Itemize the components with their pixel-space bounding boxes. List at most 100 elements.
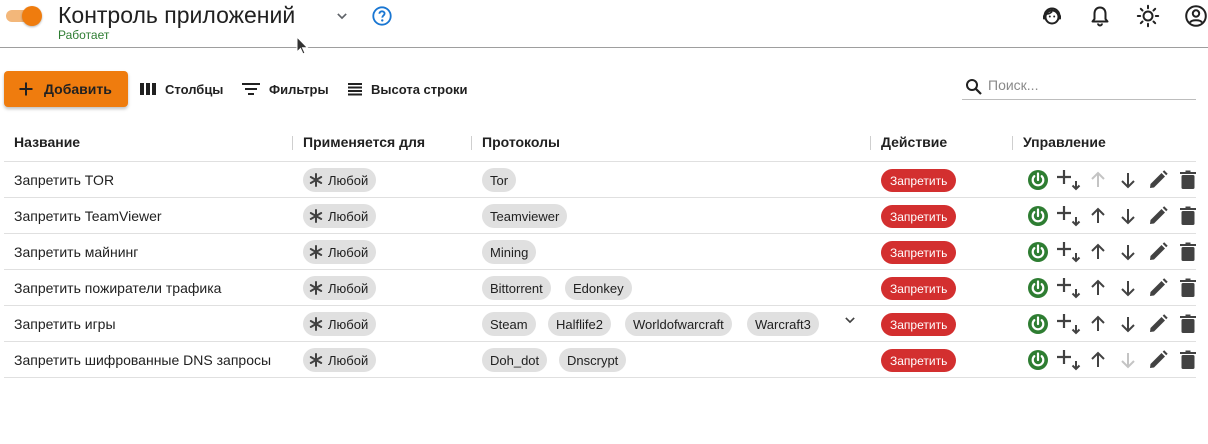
table-row[interactable]: Запретить майнинг Любой Mining Запретить [4,234,1196,270]
asterisk-icon [309,173,323,187]
column-separator[interactable] [292,136,293,150]
column-header-protocols[interactable]: Протоколы [482,134,560,150]
power-icon[interactable] [1026,204,1050,228]
arrow-down-icon[interactable] [1116,312,1140,336]
applies-to-chip: Любой [303,348,377,372]
arrow-down-icon[interactable] [1116,240,1140,264]
rule-name: Запретить пожиратели трафика [14,280,222,296]
applies-to-chip: Любой [303,168,377,192]
insert-rule-icon[interactable] [1057,312,1081,336]
protocol-chip: Teamviewer [482,204,568,228]
chevron-down-icon[interactable] [332,6,352,26]
arrow-up-icon[interactable] [1086,276,1110,300]
status-label: Работает [58,28,110,42]
power-icon[interactable] [1026,168,1050,192]
row-height-button[interactable]: Высота строки [348,78,468,100]
density-icon [348,83,362,96]
applies-to-label: Любой [328,352,369,368]
rule-name: Запретить шифрованные DNS запросы [14,352,272,368]
search-input[interactable] [988,75,1188,95]
arrow-down-icon[interactable] [1116,276,1140,300]
delete-icon[interactable] [1176,204,1200,228]
insert-rule-icon[interactable] [1057,168,1081,192]
rule-name: Запретить TOR [14,172,115,188]
delete-icon[interactable] [1176,348,1200,372]
help-icon[interactable] [371,5,393,27]
rule-name: Запретить TeamViewer [14,208,162,224]
table-body: Запретить TOR Любой Tor Запретить Запретить … [4,162,1196,378]
column-header-name[interactable]: Название [14,134,80,150]
arrow-up-icon[interactable] [1086,348,1110,372]
edit-icon[interactable] [1146,312,1170,336]
protocol-chip: Tor [482,168,517,192]
edit-icon[interactable] [1146,204,1170,228]
table-row[interactable]: Запретить TeamViewer Любой Teamviewer Запре… [4,198,1196,234]
rule-name: Запретить игры [14,316,116,332]
column-separator[interactable] [870,136,871,150]
applies-to-label: Любой [328,316,369,332]
insert-rule-icon[interactable] [1057,276,1081,300]
columns-button[interactable]: Столбцы [140,78,223,100]
brightness-icon[interactable] [1136,4,1160,28]
edit-icon[interactable] [1146,240,1170,264]
delete-icon[interactable] [1176,312,1200,336]
app-header: Контроль приложений Работает [0,0,1208,55]
power-icon[interactable] [1026,240,1050,264]
table-row[interactable]: Запретить пожиратели трафика Любой Bittorr… [4,270,1196,306]
protocol-chip: Bittorrent [482,276,551,300]
add-button[interactable]: Добавить [4,71,128,107]
table-row[interactable]: Запретить шифрованные DNS запросы Любой Do… [4,342,1196,378]
delete-icon[interactable] [1176,276,1200,300]
power-icon[interactable] [1026,312,1050,336]
row-height-label: Высота строки [371,81,468,97]
applies-to-label: Любой [328,208,369,224]
account-icon[interactable] [1184,4,1208,28]
column-header-applies-to[interactable]: Применяется для [303,134,425,150]
page-title: Контроль приложений [58,2,296,28]
arrow-up-icon[interactable] [1086,312,1110,336]
arrow-up-icon[interactable] [1086,240,1110,264]
applies-to-chip: Любой [303,240,377,264]
asterisk-icon [309,353,323,367]
edit-icon[interactable] [1146,276,1170,300]
service-toggle[interactable] [4,6,42,26]
rules-table: Название Применяется для Протоколы Дейст… [4,124,1196,378]
column-header-controls[interactable]: Управление [1023,134,1106,150]
search-box [962,72,1196,100]
column-header-action[interactable]: Действие [881,134,947,150]
search-icon [966,79,982,95]
filter-list-icon [242,83,260,95]
insert-rule-icon[interactable] [1057,348,1081,372]
power-icon[interactable] [1026,276,1050,300]
protocol-chip: Doh_dot [482,348,548,372]
delete-icon[interactable] [1176,240,1200,264]
expand-more-icon[interactable] [840,310,860,330]
action-badge: Запретить [881,277,957,300]
insert-rule-icon[interactable] [1057,240,1081,264]
table-row[interactable]: Запретить игры Любой Steam Halflife2 Worldof… [4,306,1196,342]
asterisk-icon [309,245,323,259]
edit-icon[interactable] [1146,348,1170,372]
filters-button[interactable]: Фильтры [242,78,329,100]
mouse-cursor-icon [296,36,309,55]
action-badge: Запретить [881,349,957,372]
action-badge: Запретить [881,241,957,264]
insert-rule-icon[interactable] [1057,204,1081,228]
arrow-down-icon[interactable] [1116,168,1140,192]
arrow-down-icon[interactable] [1116,204,1140,228]
protocol-chip: Worldofwarcraft [625,312,732,336]
toggle-thumb [22,6,42,26]
support-agent-icon[interactable] [1040,4,1064,28]
table-row[interactable]: Запретить TOR Любой Tor Запретить [4,162,1196,198]
bell-icon[interactable] [1088,4,1112,28]
action-badge: Запретить [881,169,957,192]
column-separator[interactable] [1012,136,1013,150]
delete-icon[interactable] [1176,168,1200,192]
arrow-up-icon[interactable] [1086,204,1110,228]
protocol-chip: Steam [482,312,536,336]
asterisk-icon [309,209,323,223]
power-icon[interactable] [1026,348,1050,372]
edit-icon[interactable] [1146,168,1170,192]
column-separator[interactable] [471,136,472,150]
asterisk-icon [309,281,323,295]
